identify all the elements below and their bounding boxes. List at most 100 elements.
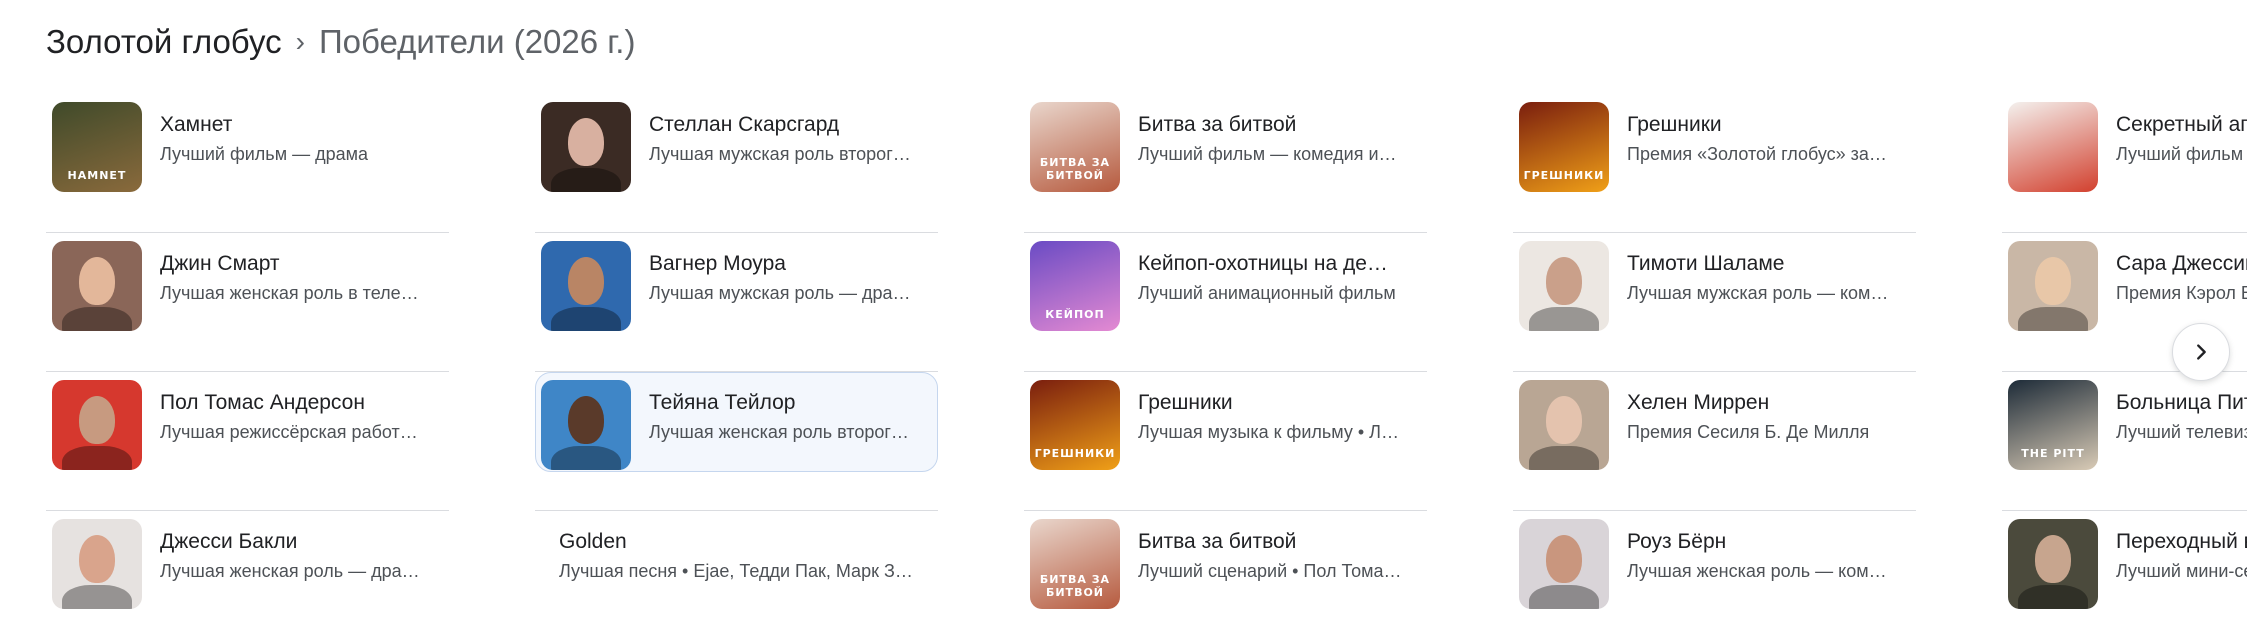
winner-title: Секретный агент xyxy=(2116,113,2247,136)
winner-card[interactable]: Секретный агент Лучший фильм на иностранн… xyxy=(2002,94,2247,233)
winner-title: Хамнет xyxy=(160,113,233,136)
poster-title: HAMNET xyxy=(67,169,127,182)
winner-card[interactable]: Джин Смарт Лучшая женская роль в теле… xyxy=(46,233,449,372)
winner-title: Грешники xyxy=(1627,113,1722,136)
winner-title: Пол Томас Андерсон xyxy=(160,391,365,414)
chevron-right-icon xyxy=(2190,341,2212,363)
winner-card[interactable]: БИТВА ЗА БИТВОЙ Битва за битвой Лучший фил… xyxy=(1024,94,1427,233)
winner-title: Тейяна Тейлор xyxy=(649,391,796,414)
winner-title: Битва за битвой xyxy=(1138,113,1297,136)
winner-award: Лучший мини-сериал xyxy=(2116,561,2247,581)
poster-title: БИТВА ЗА БИТВОЙ xyxy=(1039,573,1111,599)
winner-text: Грешники Премия «Золотой глобус» за… xyxy=(1627,111,1913,166)
winner-title: Переходный возраст xyxy=(2116,530,2247,553)
winner-text: Кейпоп-охотницы на де… Лучший анимационны… xyxy=(1138,250,1424,305)
person-shoulders xyxy=(551,307,621,331)
winner-card[interactable]: Хелен Миррен Премия Сесиля Б. Де Милля xyxy=(1513,372,1916,511)
winner-title: Хелен Миррен xyxy=(1627,391,1770,414)
winner-text: Битва за битвой Лучший фильм — комедия и… xyxy=(1138,111,1424,166)
winner-card[interactable]: Пол Томас Андерсон Лучшая режиссёрская ра… xyxy=(46,372,449,511)
winner-title: Стеллан Скарсгард xyxy=(649,113,840,136)
winner-card[interactable]: ГРЕШНИКИ Грешники Лучшая музыка к фильму •… xyxy=(1024,372,1427,511)
winner-card[interactable]: Golden Лучшая песня • Ejae, Тедди Пак, Ма… xyxy=(535,511,938,642)
winner-award: Лучшая женская роль — дра… xyxy=(160,561,420,581)
person-face xyxy=(79,396,115,444)
winner-card[interactable]: ГРЕШНИКИ Грешники Премия «Золотой глобус» … xyxy=(1513,94,1916,233)
winner-card[interactable]: Тимоти Шаламе Лучшая мужская роль — ком… xyxy=(1513,233,1916,372)
winner-card[interactable]: THE PITT Больница Питт Лучший телевизионны… xyxy=(2002,372,2247,511)
person-face xyxy=(568,257,604,305)
person-photo xyxy=(541,241,631,331)
poster-image: БИТВА ЗА БИТВОЙ xyxy=(1030,102,1120,192)
person-shoulders xyxy=(2018,307,2088,331)
winner-card[interactable]: Переходный возраст Лучший мини-сериал xyxy=(2002,511,2247,642)
poster-image: БИТВА ЗА БИТВОЙ xyxy=(1030,519,1120,609)
winner-card[interactable]: БИТВА ЗА БИТВОЙ Битва за битвой Лучший сце… xyxy=(1024,511,1427,642)
person-photo xyxy=(541,380,631,470)
winner-award: Лучшая мужская роль второг… xyxy=(649,144,911,164)
poster-title: КЕЙПОП xyxy=(1045,308,1105,321)
poster-image: КЕЙПОП xyxy=(1030,241,1120,331)
poster-title: THE PITT xyxy=(2021,447,2085,460)
winner-text: Секретный агент Лучший фильм на иностранн… xyxy=(2116,111,2247,166)
winner-card[interactable]: КЕЙПОП Кейпоп-охотницы на де… Лучший анима… xyxy=(1024,233,1427,372)
person-photo xyxy=(1519,241,1609,331)
person-photo xyxy=(52,380,142,470)
winner-award: Лучшая мужская роль — ком… xyxy=(1627,283,1889,303)
person-photo xyxy=(1519,519,1609,609)
person-face xyxy=(79,535,115,583)
winner-award: Лучшая музыка к фильму • Л… xyxy=(1138,422,1399,442)
winner-title: Грешники xyxy=(1138,391,1233,414)
winner-text: Джесси Бакли Лучшая женская роль — дра… xyxy=(160,528,446,583)
poster-image xyxy=(2008,102,2098,192)
winner-card[interactable]: HAMNET Хамнет Лучший фильм — драма xyxy=(46,94,449,233)
person-shoulders xyxy=(1529,585,1599,609)
winner-title: Кейпоп-охотницы на де… xyxy=(1138,252,1388,275)
winner-text: Сара Джессика Паркер Премия Кэрол Бёрнетт xyxy=(2116,250,2247,305)
breadcrumb-root[interactable]: Золотой глобус xyxy=(46,23,282,61)
winner-award: Лучший фильм на иностранном языке xyxy=(2116,144,2247,164)
winner-text: Пол Томас Андерсон Лучшая режиссёрская ра… xyxy=(160,389,446,444)
winner-card[interactable]: Джесси Бакли Лучшая женская роль — дра… xyxy=(46,511,449,642)
person-photo xyxy=(52,519,142,609)
winner-text: Тимоти Шаламе Лучшая мужская роль — ком… xyxy=(1627,250,1913,305)
next-button[interactable] xyxy=(2172,323,2230,381)
winner-award: Лучший анимационный фильм xyxy=(1138,283,1396,303)
winner-text: Роуз Бёрн Лучшая женская роль — ком… xyxy=(1627,528,1913,583)
winner-award: Лучший телевизионный сериал — драма xyxy=(2116,422,2247,442)
winner-award: Премия Сесиля Б. Де Милля xyxy=(1627,422,1870,442)
poster-image: ГРЕШНИКИ xyxy=(1519,102,1609,192)
winner-text: Стеллан Скарсгард Лучшая мужская роль вто… xyxy=(649,111,935,166)
person-face xyxy=(1546,535,1582,583)
person-shoulders xyxy=(2018,585,2088,609)
winners-carousel: HAMNET Хамнет Лучший фильм — драма Стеллан … xyxy=(46,94,2247,642)
winner-card[interactable]: Тейяна Тейлор Лучшая женская роль второг… xyxy=(535,372,938,511)
winner-award: Премия Кэрол Бёрнетт xyxy=(2116,283,2247,303)
winner-text: Тейяна Тейлор Лучшая женская роль второг… xyxy=(649,389,935,444)
winner-award: Лучшая женская роль в теле… xyxy=(160,283,419,303)
person-face xyxy=(568,396,604,444)
winner-text: Джин Смарт Лучшая женская роль в теле… xyxy=(160,250,446,305)
winner-text: Битва за битвой Лучший сценарий • Пол Том… xyxy=(1138,528,1424,583)
winner-text: Переходный возраст Лучший мини-сериал xyxy=(2116,528,2247,583)
person-face xyxy=(568,118,604,166)
poster-title: ГРЕШНИКИ xyxy=(1523,169,1605,182)
winner-title: Сара Джессика Паркер xyxy=(2116,252,2247,275)
winner-card[interactable]: Роуз Бёрн Лучшая женская роль — ком… xyxy=(1513,511,1916,642)
winner-card[interactable]: Вагнер Моура Лучшая мужская роль — дра… xyxy=(535,233,938,372)
poster-title: БИТВА ЗА БИТВОЙ xyxy=(1039,156,1111,182)
winner-title: Джесси Бакли xyxy=(160,530,298,553)
person-shoulders xyxy=(62,307,132,331)
winner-award: Лучший фильм — драма xyxy=(160,144,368,164)
winner-text: Больница Питт Лучший телевизионный сериал… xyxy=(2116,389,2247,444)
winner-card[interactable]: Стеллан Скарсгард Лучшая мужская роль вто… xyxy=(535,94,938,233)
winner-award: Лучшая женская роль — ком… xyxy=(1627,561,1887,581)
person-face xyxy=(2035,257,2071,305)
winner-title: Golden xyxy=(559,530,627,553)
person-shoulders xyxy=(1529,446,1599,470)
winners-grid: HAMNET Хамнет Лучший фильм — драма Стеллан … xyxy=(46,94,2247,642)
person-shoulders xyxy=(551,446,621,470)
winner-title: Битва за битвой xyxy=(1138,530,1297,553)
winner-award: Лучшая мужская роль — дра… xyxy=(649,283,911,303)
winner-title: Роуз Бёрн xyxy=(1627,530,1727,553)
